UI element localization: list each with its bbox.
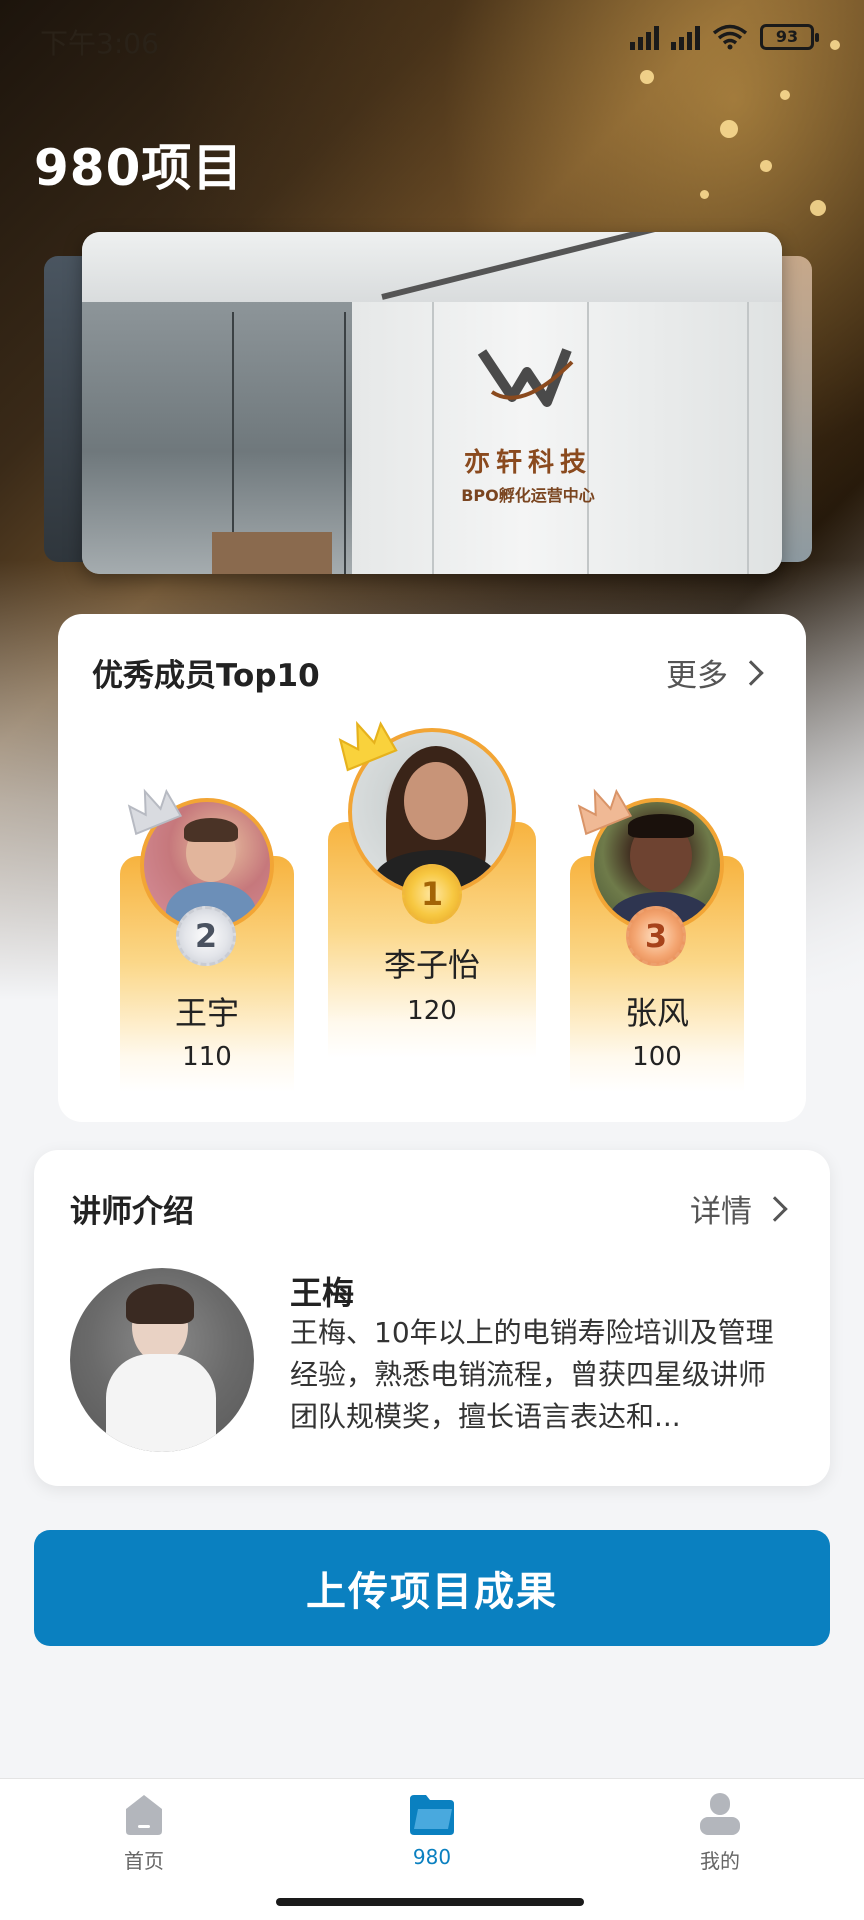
member-score: 110 bbox=[182, 1042, 232, 1072]
folder-icon bbox=[410, 1795, 454, 1835]
tab-home[interactable]: 首页 bbox=[84, 1791, 204, 1881]
rank-badge-2: 2 bbox=[176, 906, 236, 966]
tab-980-label: 980 bbox=[412, 1845, 452, 1869]
lecturer-description: 王梅、10年以上的电销寿险培训及管理经验，熟悉电销流程，曾获四星级讲师团队规模奖… bbox=[290, 1316, 774, 1433]
banner-image[interactable]: 亦轩科技 BPO孵化运营中心 bbox=[82, 232, 782, 574]
status-icons: 93 bbox=[630, 24, 819, 50]
chevron-right-icon bbox=[762, 1195, 788, 1222]
top10-more-link[interactable]: 更多 bbox=[666, 650, 766, 695]
home-indicator[interactable] bbox=[276, 1898, 584, 1906]
detail-label: 详情 bbox=[690, 1194, 752, 1230]
tab-home-label: 首页 bbox=[124, 1849, 164, 1873]
status-bar: 下午3:06 93 bbox=[0, 0, 864, 80]
signal-icon bbox=[671, 24, 700, 50]
signal-icon bbox=[630, 24, 659, 50]
sparkle bbox=[760, 160, 772, 172]
battery-icon: 93 bbox=[760, 24, 819, 50]
lecturer-section-title: 讲师介绍 bbox=[70, 1194, 194, 1230]
wifi-icon bbox=[712, 24, 748, 50]
rank-badge-3: 3 bbox=[626, 906, 686, 966]
upload-results-button[interactable]: 上传项目成果 bbox=[34, 1530, 830, 1646]
lecturer-name: 王梅 bbox=[290, 1274, 355, 1312]
sparkle bbox=[810, 200, 826, 216]
tab-mine-label: 我的 bbox=[700, 1849, 740, 1873]
user-icon bbox=[700, 1793, 740, 1835]
lecturer-card[interactable]: 讲师介绍 详情 王梅 王梅、10年以上的电销寿险培训及管理经验，熟悉电销流程，曾… bbox=[34, 1150, 830, 1486]
banner-company-name: 亦轩科技 bbox=[463, 448, 592, 478]
chevron-right-icon bbox=[738, 659, 764, 686]
sparkle bbox=[720, 120, 738, 138]
banner-subtitle: BPO孵化运营中心 bbox=[461, 486, 595, 505]
home-icon bbox=[126, 1795, 162, 1835]
company-logo-icon bbox=[477, 348, 574, 407]
sparkle bbox=[700, 190, 709, 199]
top10-title: 优秀成员Top10 bbox=[92, 658, 320, 694]
status-time: 下午3:06 bbox=[40, 27, 159, 60]
banner-desk bbox=[212, 532, 332, 574]
top10-card: 优秀成员Top10 更多 2 王宇 110 1 李子怡 120 3 张风 100 bbox=[58, 614, 806, 1122]
rank-badge-1: 1 bbox=[402, 864, 462, 924]
tab-mine[interactable]: 我的 bbox=[660, 1791, 780, 1881]
sparkle bbox=[780, 90, 790, 100]
more-label: 更多 bbox=[666, 658, 728, 694]
page-title: 980项目 bbox=[34, 139, 244, 197]
lecturer-detail-link[interactable]: 详情 bbox=[690, 1186, 790, 1231]
tab-980[interactable]: 980 bbox=[372, 1791, 492, 1881]
banner-ceiling bbox=[82, 232, 782, 302]
lecturer-avatar[interactable] bbox=[70, 1268, 254, 1452]
member-score: 100 bbox=[632, 1042, 682, 1072]
member-name: 王宇 bbox=[174, 994, 239, 1032]
member-name: 李子怡 bbox=[383, 946, 480, 984]
member-name: 张风 bbox=[624, 994, 689, 1032]
member-score: 120 bbox=[407, 996, 457, 1026]
